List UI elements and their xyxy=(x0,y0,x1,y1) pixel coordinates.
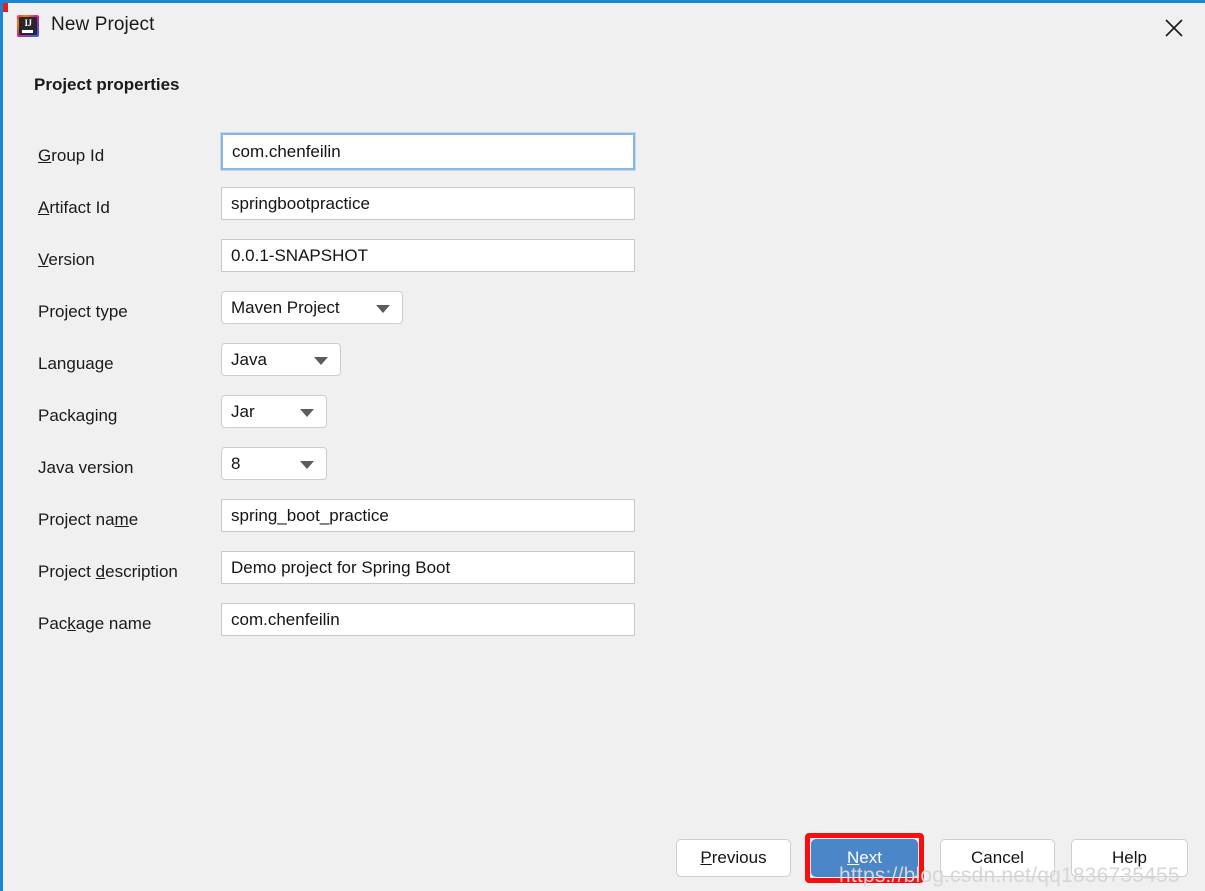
form-row-project-name: Project name spring_boot_practice xyxy=(3,499,1205,551)
chevron-down-icon xyxy=(300,408,314,417)
select-project-type-value: Maven Project xyxy=(231,297,340,317)
cancel-button[interactable]: Cancel xyxy=(940,839,1055,877)
form-row-group-id: Group Id com.chenfeilin xyxy=(3,132,1205,187)
project-properties-form: Group Id com.chenfeilin Artifact Id spri… xyxy=(3,132,1205,655)
input-artifact-id[interactable]: springbootpractice xyxy=(221,187,635,220)
chevron-down-icon xyxy=(376,304,390,313)
form-row-artifact-id: Artifact Id springbootpractice xyxy=(3,187,1205,239)
select-project-type[interactable]: Maven Project xyxy=(221,291,403,324)
label-project-description: Project description xyxy=(38,562,178,581)
input-artifact-id-value: springbootpractice xyxy=(231,193,370,213)
select-language-value: Java xyxy=(231,349,267,369)
label-project-type: Project type xyxy=(38,302,128,321)
form-row-language: Language Java xyxy=(3,343,1205,395)
next-button[interactable]: Next xyxy=(811,839,918,877)
dialog-title: New Project xyxy=(51,14,155,35)
form-row-package-name: Package name com.chenfeilin xyxy=(3,603,1205,655)
select-java-version[interactable]: 8 xyxy=(221,447,327,480)
select-packaging-value: Jar xyxy=(231,401,255,421)
new-project-dialog: IJ New Project Project properties Group … xyxy=(0,0,1205,891)
label-project-name: Project name xyxy=(38,510,139,529)
form-row-packaging: Packaging Jar xyxy=(3,395,1205,447)
close-button[interactable] xyxy=(1151,7,1197,45)
previous-button[interactable]: Previous xyxy=(676,839,791,877)
label-package-name: Package name xyxy=(38,614,152,633)
label-packaging: Packaging xyxy=(38,406,118,425)
label-version: Version xyxy=(38,250,95,269)
intellij-idea-icon: IJ xyxy=(17,15,39,37)
input-project-name[interactable]: spring_boot_practice xyxy=(221,499,635,532)
input-package-name[interactable]: com.chenfeilin xyxy=(221,603,635,636)
form-row-version: Version 0.0.1-SNAPSHOT xyxy=(3,239,1205,291)
chevron-down-icon xyxy=(300,460,314,469)
label-group-id: Group Id xyxy=(38,146,105,165)
input-version-value: 0.0.1-SNAPSHOT xyxy=(231,245,368,265)
select-java-version-value: 8 xyxy=(231,453,241,473)
input-version[interactable]: 0.0.1-SNAPSHOT xyxy=(221,239,635,272)
section-heading: Project properties xyxy=(34,75,180,94)
form-row-java-version: Java version 8 xyxy=(3,447,1205,499)
help-button[interactable]: Help xyxy=(1071,839,1188,877)
select-packaging[interactable]: Jar xyxy=(221,395,327,428)
dialog-button-bar: Previous Next Cancel Help xyxy=(3,833,1205,885)
form-row-project-type: Project type Maven Project xyxy=(3,291,1205,343)
input-group-id[interactable]: com.chenfeilin xyxy=(220,132,636,171)
input-package-name-value: com.chenfeilin xyxy=(231,609,340,629)
label-java-version: Java version xyxy=(38,458,134,477)
input-project-name-value: spring_boot_practice xyxy=(231,505,389,525)
input-project-description-value: Demo project for Spring Boot xyxy=(231,557,451,577)
input-group-id-value: com.chenfeilin xyxy=(232,141,341,161)
form-row-project-description: Project description Demo project for Spr… xyxy=(3,551,1205,603)
label-artifact-id: Artifact Id xyxy=(38,198,110,217)
label-language: Language xyxy=(38,354,114,373)
input-project-description[interactable]: Demo project for Spring Boot xyxy=(221,551,635,584)
chevron-down-icon xyxy=(314,356,328,365)
select-language[interactable]: Java xyxy=(221,343,341,376)
close-icon xyxy=(1165,19,1183,37)
dialog-titlebar: IJ New Project xyxy=(3,3,1205,49)
